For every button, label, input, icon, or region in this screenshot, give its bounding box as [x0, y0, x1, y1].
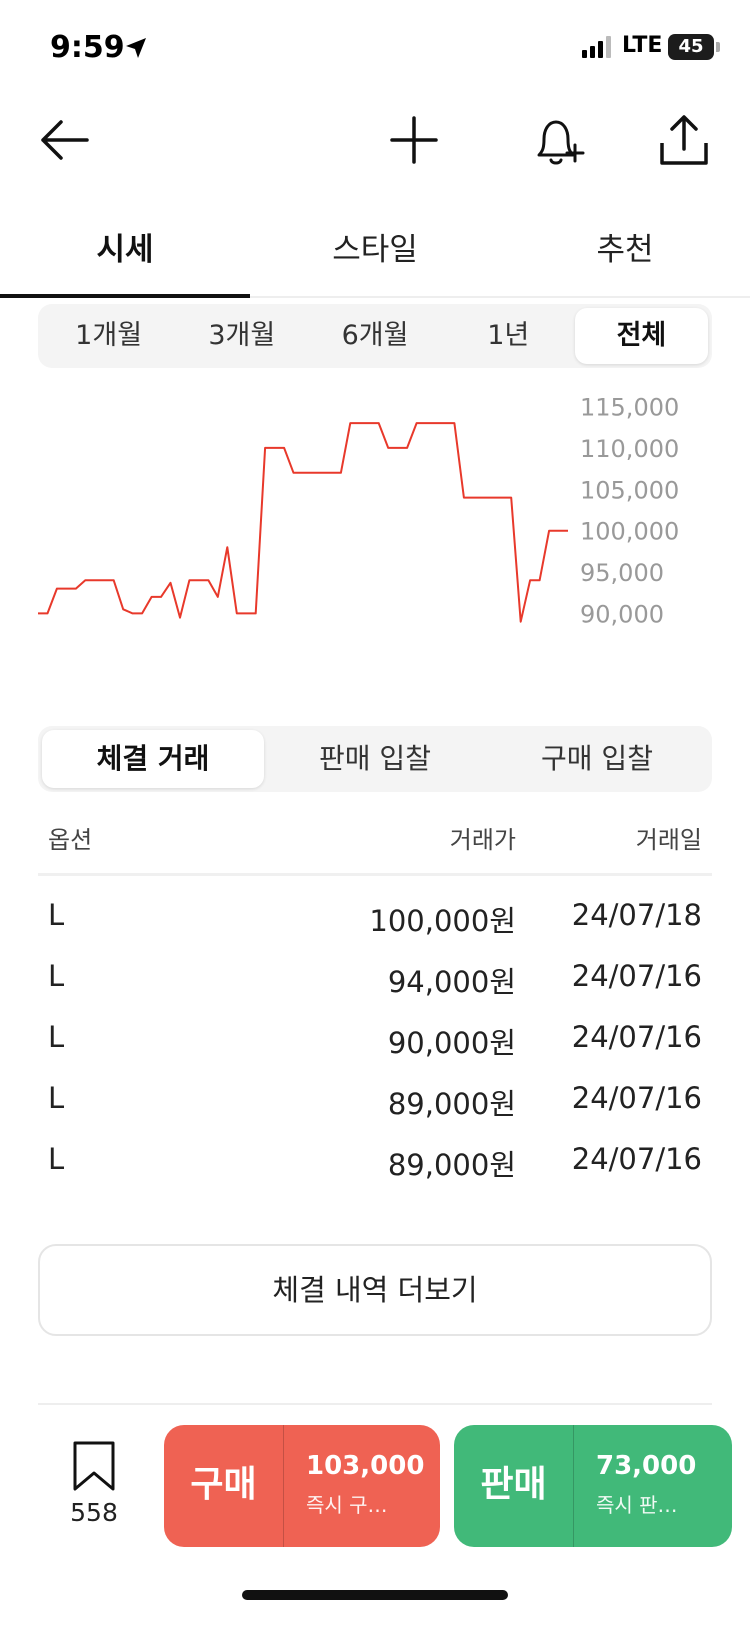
top-toolbar [0, 100, 750, 190]
bookmark-count: 558 [70, 1498, 118, 1527]
period-all[interactable]: 전체 [574, 308, 709, 364]
sell-label: 판매 [454, 1425, 574, 1547]
row-date: 24/07/16 [571, 959, 702, 993]
buy-button[interactable]: 구매 103,000 즉시 구… [164, 1425, 440, 1547]
plus-icon [390, 116, 438, 164]
buy-label: 구매 [164, 1425, 284, 1547]
y-tick-label: 115,000 [580, 394, 679, 422]
row-price: 94,000원 [387, 965, 516, 999]
y-tick-label: 90,000 [580, 600, 664, 628]
bookmark-icon [73, 1441, 115, 1491]
battery-cap [716, 42, 720, 52]
trade-tab-sell-bids[interactable]: 판매 입찰 [264, 730, 486, 788]
network-type: LTE [622, 33, 663, 58]
status-time: 9:59 [50, 30, 125, 65]
row-date: 24/07/18 [571, 898, 702, 932]
price-chart[interactable]: 115,000 110,000 105,000 100,000 95,000 90,000 [30, 380, 720, 660]
table-row: L 94,000원 24/07/16 [38, 951, 712, 1012]
y-tick-label: 95,000 [580, 559, 664, 587]
price-series-line [38, 422, 568, 623]
sell-subtext: 즉시 판… [596, 1493, 678, 1517]
home-indicator [242, 1590, 508, 1600]
battery-icon: 45 [668, 34, 714, 60]
table-row: L 89,000원 24/07/16 [38, 1073, 712, 1134]
row-option: L [48, 959, 65, 993]
row-price: 89,000원 [387, 1148, 516, 1182]
table-row: L 90,000원 24/07/16 [38, 1012, 712, 1073]
y-tick-label: 110,000 [580, 435, 679, 463]
tab-price[interactable]: 시세 [0, 210, 250, 298]
trade-table-body: L 100,000원 24/07/18 L 94,000원 24/07/16 L… [38, 890, 712, 1195]
period-selector: 1개월 3개월 6개월 1년 전체 [38, 304, 712, 368]
status-bar: 9:59 LTE 45 [0, 0, 750, 96]
row-price: 100,000원 [369, 904, 516, 938]
row-option: L [48, 1142, 65, 1176]
trade-tab-completed[interactable]: 체결 거래 [42, 730, 264, 788]
row-price: 89,000원 [387, 1087, 516, 1121]
more-trades-button[interactable]: 체결 내역 더보기 [38, 1244, 712, 1336]
add-button[interactable] [382, 108, 446, 172]
trade-table-header: 옵션 거래가 거래일 [38, 820, 712, 876]
row-date: 24/07/16 [571, 1020, 702, 1054]
table-row: L 89,000원 24/07/16 [38, 1134, 712, 1195]
price-alert-button[interactable] [526, 108, 590, 172]
tab-style[interactable]: 스타일 [250, 210, 500, 296]
buy-subtext: 즉시 구… [306, 1493, 388, 1517]
sell-price: 73,000 [596, 1451, 697, 1481]
period-1m[interactable]: 1개월 [42, 308, 175, 364]
trade-type-selector: 체결 거래 판매 입찰 구매 입찰 [38, 726, 712, 792]
trade-tab-buy-bids[interactable]: 구매 입찰 [486, 730, 708, 788]
cellular-signal-icon [582, 36, 614, 62]
sell-button[interactable]: 판매 73,000 즉시 판… [454, 1425, 732, 1547]
row-date: 24/07/16 [571, 1081, 702, 1115]
buy-price: 103,000 [306, 1451, 425, 1481]
row-option: L [48, 1020, 65, 1054]
period-6m[interactable]: 6개월 [308, 308, 441, 364]
header-price: 거래가 [449, 826, 516, 854]
header-date: 거래일 [635, 826, 702, 854]
location-arrow-icon [124, 36, 148, 64]
period-3m[interactable]: 3개월 [175, 308, 308, 364]
share-button[interactable] [652, 108, 716, 172]
y-tick-label: 100,000 [580, 518, 679, 546]
tab-recommend[interactable]: 추천 [500, 210, 750, 296]
price-chart-svg: 115,000 110,000 105,000 100,000 95,000 90,000 [38, 394, 679, 628]
bookmark-button[interactable]: 558 [52, 1440, 136, 1527]
share-icon [660, 115, 708, 165]
arrow-left-icon [41, 120, 89, 160]
row-option: L [48, 1081, 65, 1115]
y-tick-label: 105,000 [580, 476, 679, 504]
period-1y[interactable]: 1년 [442, 308, 575, 364]
row-price: 90,000원 [387, 1026, 516, 1060]
main-tabs: 시세 스타일 추천 [0, 210, 750, 298]
row-option: L [48, 898, 65, 932]
bell-plus-icon [537, 120, 585, 165]
back-button[interactable] [32, 108, 96, 172]
row-date: 24/07/16 [571, 1142, 702, 1176]
table-row: L 100,000원 24/07/18 [38, 890, 712, 951]
header-option: 옵션 [48, 826, 93, 854]
